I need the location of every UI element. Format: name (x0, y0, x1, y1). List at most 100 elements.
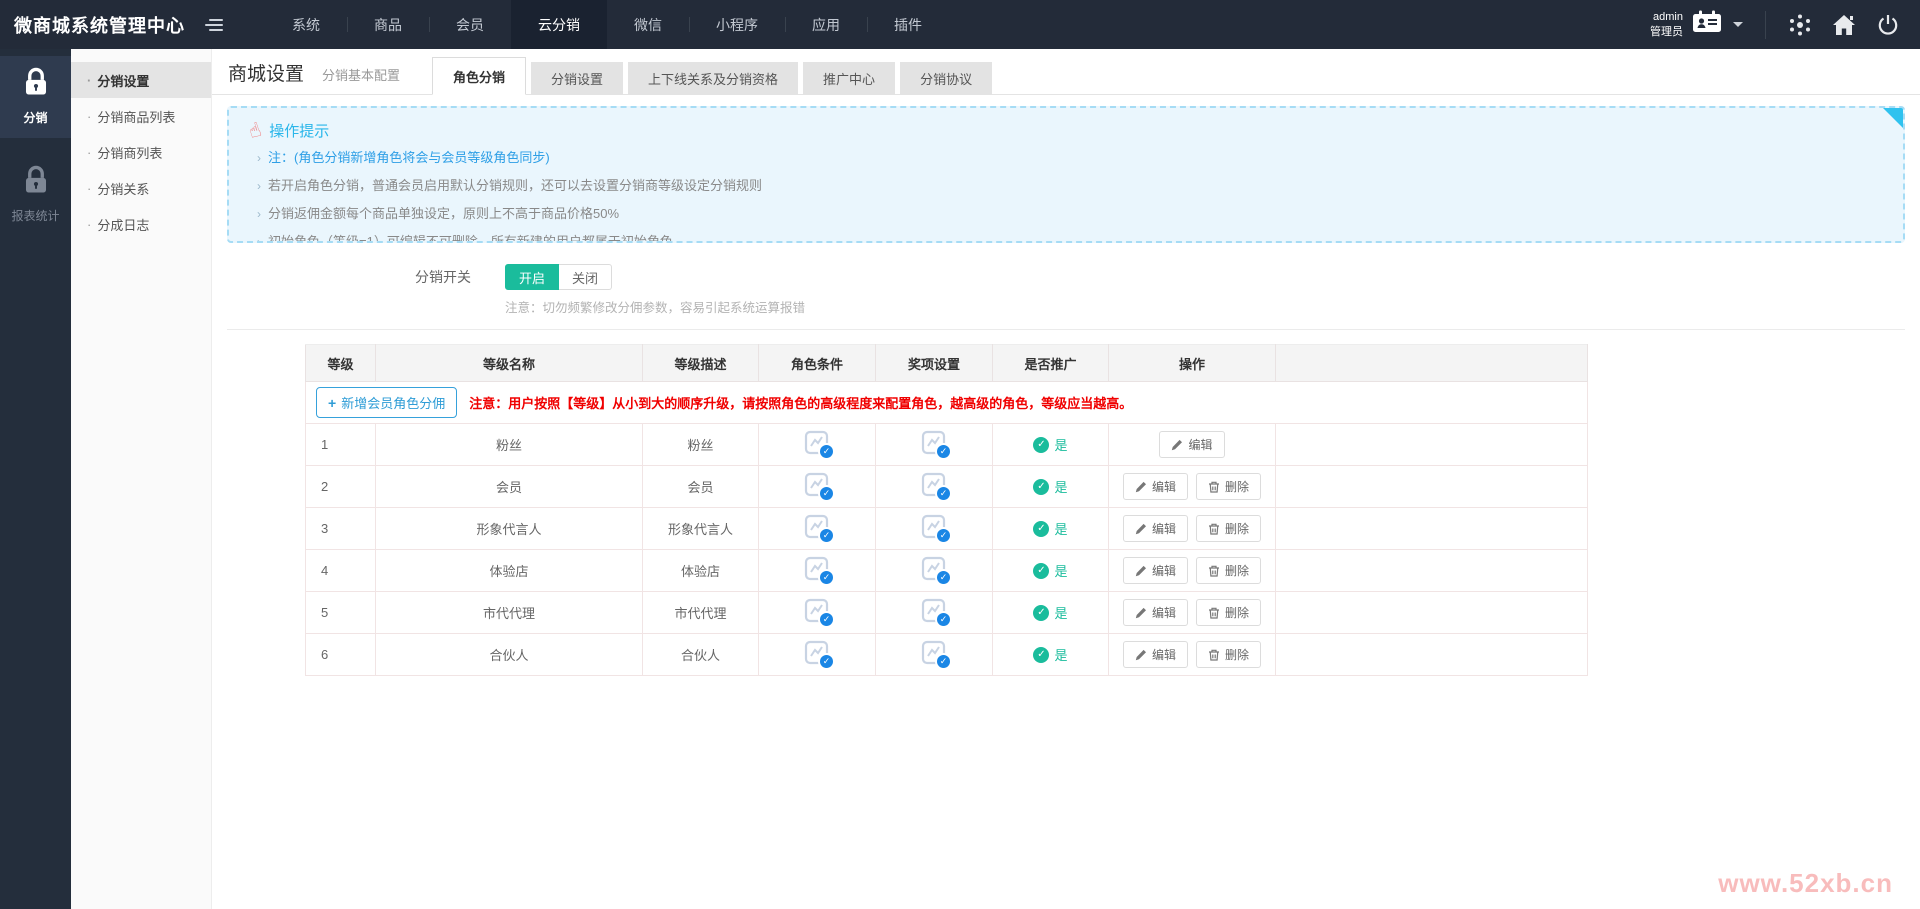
delete-button[interactable]: 删除 (1196, 641, 1261, 668)
tip-line: 若开启角色分销，普通会员启用默认分销规则，还可以去设置分销商等级设定分销规则 (268, 177, 762, 196)
reward-setting-icon[interactable]: ✓ (920, 598, 948, 624)
edit-button[interactable]: 编辑 (1159, 431, 1224, 458)
tab-upline-downline[interactable]: 上下线关系及分销资格 (628, 62, 798, 95)
edit-button[interactable]: 编辑 (1123, 473, 1188, 500)
role-condition-icon[interactable]: ✓ (803, 598, 831, 624)
table-row: 4 体验店 体验店 ✓ ✓ ✓是 编辑删除 (306, 550, 1588, 592)
promote-status: ✓是 (1033, 603, 1067, 622)
role-condition-icon[interactable]: ✓ (803, 556, 831, 582)
col-level: 等级 (306, 345, 376, 382)
desc-cell: 体验店 (643, 550, 759, 592)
watermark: www.52xb.cn (1718, 868, 1893, 899)
plus-icon: + (328, 395, 336, 411)
edit-button[interactable]: 编辑 (1123, 641, 1188, 668)
nav-item-miniprogram[interactable]: 小程序 (689, 0, 785, 49)
level-cell: 2 (306, 466, 376, 508)
reward-setting-icon[interactable]: ✓ (920, 430, 948, 456)
tab-bar: 角色分销 分销设置 上下线关系及分销资格 推广中心 分销协议 (432, 57, 992, 95)
level-cell: 5 (306, 592, 376, 634)
sidebar-item-distributor-list[interactable]: 分销商列表 (71, 134, 211, 170)
sidebar-item-distribution-goods[interactable]: 分销商品列表 (71, 98, 211, 134)
app-title: 微商城系统管理中心 (0, 0, 199, 49)
module-label: 报表统计 (0, 207, 71, 224)
tab-distribution-settings[interactable]: 分销设置 (531, 62, 623, 95)
edit-button[interactable]: 编辑 (1123, 515, 1188, 542)
share-network-icon[interactable] (1778, 0, 1822, 49)
reward-setting-icon[interactable]: ✓ (920, 514, 948, 540)
table-row: 6 合伙人 合伙人 ✓ ✓ ✓是 编辑删除 (306, 634, 1588, 676)
check-circle-icon: ✓ (1033, 521, 1049, 537)
sidebar-item-commission-log[interactable]: 分成日志 (71, 206, 211, 242)
tab-distribution-agreement[interactable]: 分销协议 (900, 62, 992, 95)
tips-title: 操作提示 (269, 120, 329, 141)
add-role-button[interactable]: + 新增会员角色分佣 (316, 387, 457, 418)
col-level-desc: 等级描述 (643, 345, 759, 382)
table-row: 3 形象代言人 形象代言人 ✓ ✓ ✓是 编辑删除 (306, 508, 1588, 550)
delete-button[interactable]: 删除 (1196, 515, 1261, 542)
topbar-divider (1765, 11, 1766, 39)
topbar: 微商城系统管理中心 系统 商品 会员 云分销 微信 小程序 应用 插件 admi… (0, 0, 1920, 49)
hand-pointer-icon: ☝ (246, 119, 264, 142)
nav-item-plugins[interactable]: 插件 (867, 0, 949, 49)
name-cell: 会员 (376, 466, 643, 508)
delete-button[interactable]: 删除 (1196, 599, 1261, 626)
home-icon[interactable] (1822, 0, 1866, 49)
role-condition-icon[interactable]: ✓ (803, 640, 831, 666)
level-cell: 6 (306, 634, 376, 676)
delete-button[interactable]: 删除 (1196, 473, 1261, 500)
name-cell: 合伙人 (376, 634, 643, 676)
tab-promotion-center[interactable]: 推广中心 (803, 62, 895, 95)
sidebar-item-distribution-relations[interactable]: 分销关系 (71, 170, 211, 206)
promote-status: ✓是 (1033, 435, 1067, 454)
check-circle-icon: ✓ (1033, 437, 1049, 453)
col-role-condition: 角色条件 (759, 345, 876, 382)
level-cell: 1 (306, 424, 376, 466)
nav-item-goods[interactable]: 商品 (347, 0, 429, 49)
edit-button[interactable]: 编辑 (1123, 557, 1188, 584)
edit-button[interactable]: 编辑 (1123, 599, 1188, 626)
name-cell: 市代代理 (376, 592, 643, 634)
module-distribution[interactable]: 分销 (0, 56, 71, 138)
nav-item-system[interactable]: 系统 (265, 0, 347, 49)
tab-role-distribution[interactable]: 角色分销 (432, 57, 526, 95)
module-label: 分销 (0, 109, 71, 126)
role-condition-icon[interactable]: ✓ (803, 430, 831, 456)
nav-item-apps[interactable]: 应用 (785, 0, 867, 49)
check-circle-icon: ✓ (1033, 563, 1049, 579)
menu-toggle-icon[interactable] (199, 0, 239, 49)
reward-setting-icon[interactable]: ✓ (920, 472, 948, 498)
role-condition-icon[interactable]: ✓ (803, 472, 831, 498)
nav-item-cloud-distribution[interactable]: 云分销 (511, 0, 607, 49)
table-header-row: 等级 等级名称 等级描述 角色条件 奖项设置 是否推广 操作 (306, 345, 1588, 382)
reward-setting-icon[interactable]: ✓ (920, 556, 948, 582)
sidebar-item-distribution-settings[interactable]: 分销设置 (71, 62, 211, 98)
distribution-switch-row: 分销开关 开启 关闭 (227, 264, 1905, 290)
switch-warning: 注意：切勿频繁修改分佣参数，容易引起系统运算报错 (505, 297, 1905, 316)
delete-button[interactable]: 删除 (1196, 557, 1261, 584)
user-menu[interactable]: admin 管理员 (1640, 10, 1753, 40)
content-area: ☝ 操作提示 ›注：(角色分销新增角色将会与会员等级角色同步) ›若开启角色分销… (212, 95, 1920, 676)
level-order-warning: 注意：用户按照【等级】从小到大的顺序升级，请按照角色的高级程度来配置角色，越高级… (469, 393, 1132, 412)
distribution-toggle: 开启 关闭 (505, 264, 612, 290)
nav-item-members[interactable]: 会员 (429, 0, 511, 49)
toggle-off-button[interactable]: 关闭 (559, 264, 612, 290)
desc-cell: 粉丝 (643, 424, 759, 466)
toggle-on-button[interactable]: 开启 (505, 264, 559, 290)
module-report-stats[interactable]: 报表统计 (0, 154, 71, 236)
main-content: 商城设置 分销基本配置 角色分销 分销设置 上下线关系及分销资格 推广中心 分销… (212, 49, 1920, 909)
nav-item-wechat[interactable]: 微信 (607, 0, 689, 49)
logout-power-icon[interactable] (1866, 0, 1910, 49)
switch-label: 分销开关 (227, 267, 471, 287)
level-cell: 3 (306, 508, 376, 550)
username: admin (1650, 10, 1683, 25)
bullet-arrow-icon: › (257, 150, 261, 167)
reward-setting-icon[interactable]: ✓ (920, 640, 948, 666)
col-empty (1276, 345, 1588, 382)
lock-icon (19, 183, 53, 200)
topbar-right: admin 管理员 (1640, 0, 1920, 49)
col-actions: 操作 (1109, 345, 1276, 382)
table-toolbar-row: + 新增会员角色分佣 注意：用户按照【等级】从小到大的顺序升级，请按照角色的高级… (306, 382, 1588, 424)
operation-tips-panel: ☝ 操作提示 ›注：(角色分销新增角色将会与会员等级角色同步) ›若开启角色分销… (227, 106, 1905, 243)
user-role: 管理员 (1650, 25, 1683, 40)
role-condition-icon[interactable]: ✓ (803, 514, 831, 540)
